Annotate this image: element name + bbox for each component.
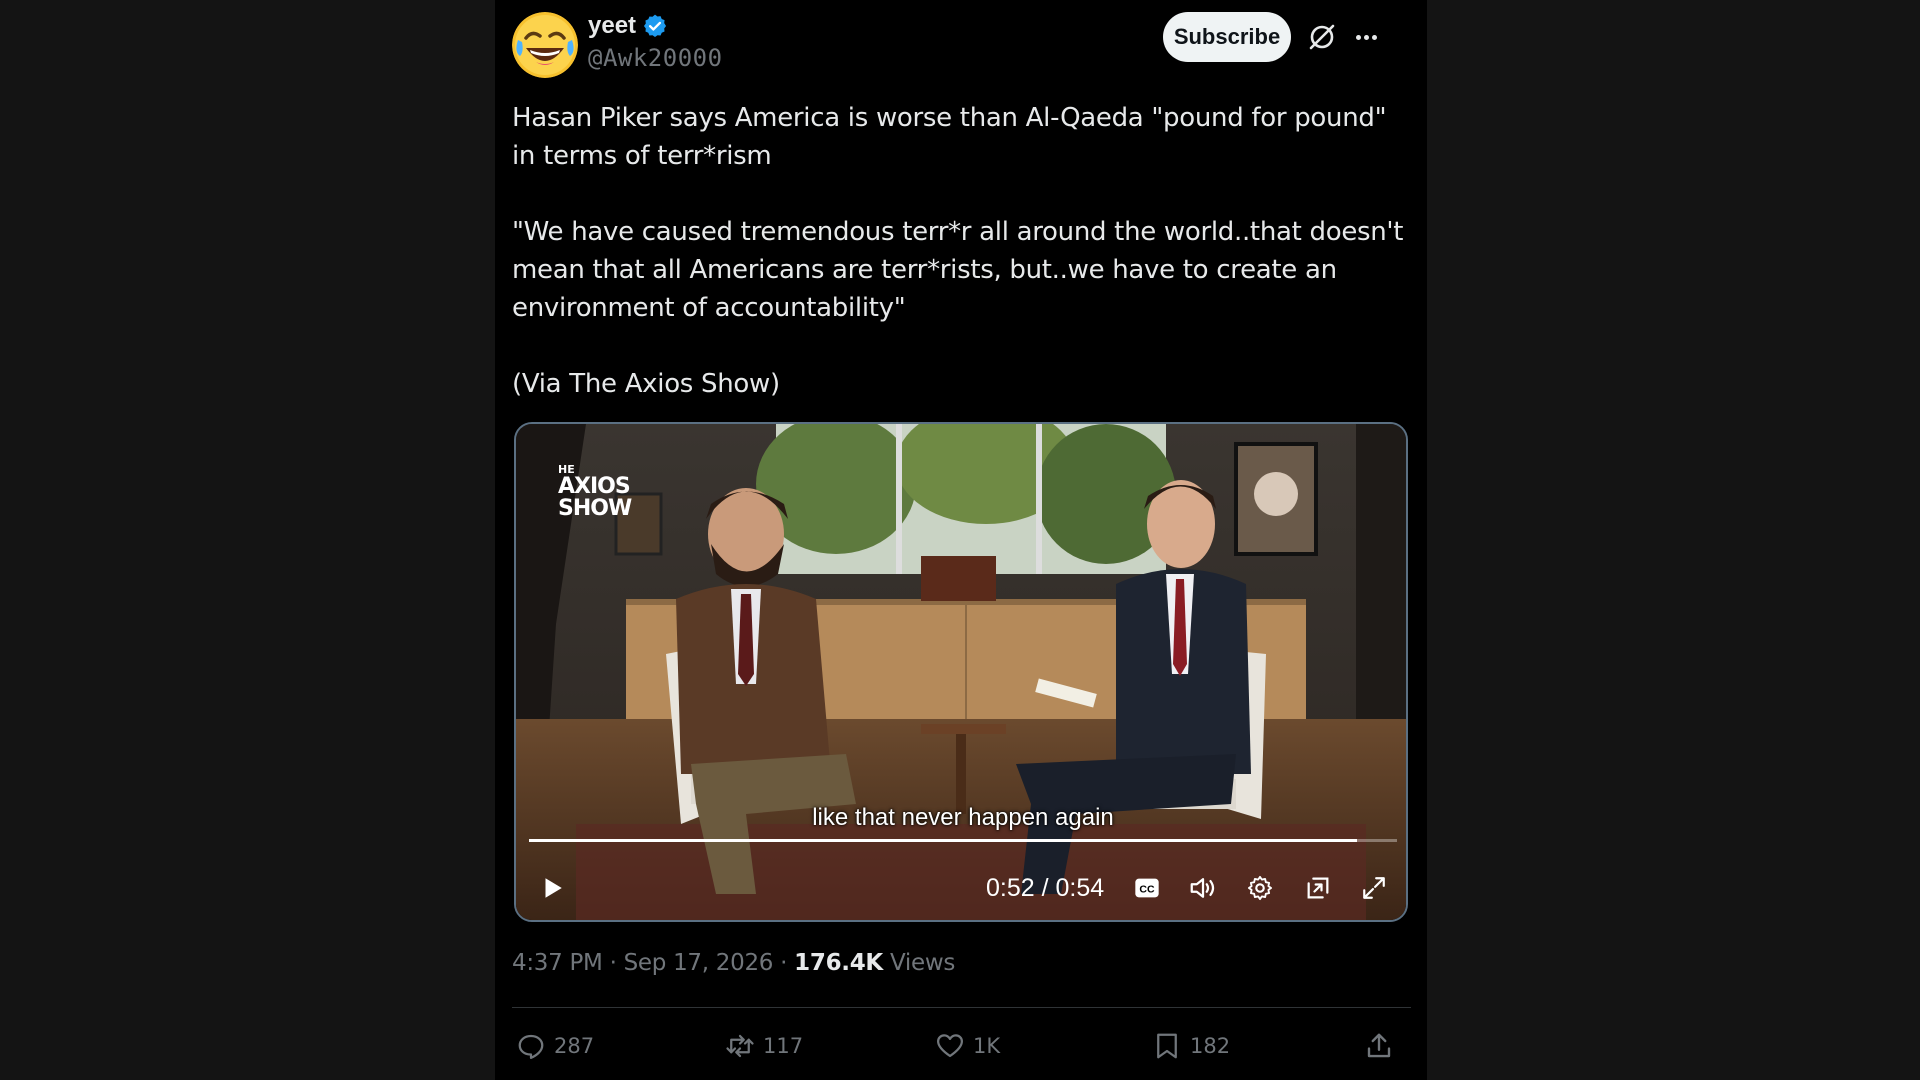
video-progress-bar[interactable] <box>529 839 1397 842</box>
post-text-paragraph <box>512 327 1412 365</box>
more-options-icon[interactable] <box>1351 22 1381 52</box>
share-icon <box>1367 1033 1391 1058</box>
fullscreen-icon[interactable] <box>1358 872 1390 904</box>
settings-gear-icon[interactable] <box>1244 872 1276 904</box>
bookmark-count: 182 <box>1190 1034 1231 1058</box>
post-metadata: 4:37 PM · Sep 17, 2026 · 176.4K Views <box>512 950 955 976</box>
meta-separator: · <box>602 950 624 976</box>
author-name-row[interactable]: yeet <box>588 12 668 40</box>
bookmark-button[interactable]: 182 <box>1152 1028 1230 1064</box>
post-actions-bar: 287 117 1K 182 <box>512 1028 1411 1068</box>
logo-line: AXIOS <box>558 474 631 499</box>
post-text-paragraph <box>512 175 1412 213</box>
video-caption: like that never happen again <box>812 804 1114 831</box>
meta-separator: · <box>773 950 795 976</box>
repost-icon <box>726 1034 754 1058</box>
post-text-paragraph: (Via The Axios Show) <box>512 369 780 399</box>
video-progress-fill <box>529 839 1358 842</box>
svg-text:CC: CC <box>1139 884 1155 896</box>
post-date[interactable]: Sep 17, 2026 <box>624 950 774 976</box>
axios-show-logo: HE AXIOS SHOW <box>558 464 632 521</box>
reply-count: 287 <box>554 1034 595 1058</box>
closed-captions-icon[interactable]: CC <box>1131 872 1163 904</box>
author-handle[interactable]: @Awk20000 <box>588 44 723 72</box>
bookmark-icon <box>1157 1033 1177 1059</box>
post-text-paragraph: "We have caused tremendous terr*r all ar… <box>512 217 1404 323</box>
heart-icon <box>937 1034 963 1058</box>
repost-count: 117 <box>763 1034 804 1058</box>
video-player[interactable]: HE AXIOS SHOW like that never happen aga… <box>514 422 1408 922</box>
post-time[interactable]: 4:37 PM <box>512 950 603 976</box>
picture-in-picture-icon[interactable] <box>1302 872 1334 904</box>
repost-button[interactable]: 117 <box>725 1028 803 1064</box>
divider <box>512 1007 1411 1008</box>
share-button[interactable] <box>1364 1028 1394 1064</box>
grok-icon[interactable] <box>1307 22 1337 52</box>
verified-badge-icon <box>642 13 668 39</box>
video-frame <box>516 424 1406 920</box>
like-button[interactable]: 1K <box>935 1028 1000 1064</box>
post-text: Hasan Piker says America is worse than A… <box>512 99 1412 403</box>
reply-icon <box>518 1034 544 1059</box>
logo-line: SHOW <box>558 496 632 521</box>
play-icon[interactable] <box>536 872 568 904</box>
views-label: Views <box>889 950 956 976</box>
volume-icon[interactable] <box>1187 872 1219 904</box>
reply-button[interactable]: 287 <box>516 1028 594 1064</box>
subscribe-button[interactable]: Subscribe <box>1163 12 1291 62</box>
like-count: 1K <box>973 1034 1001 1058</box>
post-text-paragraph: Hasan Piker says America is worse than A… <box>512 103 1387 171</box>
author-display-name[interactable]: yeet <box>588 12 636 40</box>
video-controls: 0:52 / 0:54 CC <box>516 864 1406 914</box>
views-count: 176.4K <box>794 950 883 976</box>
avatar[interactable] <box>512 12 578 78</box>
video-time-display: 0:52 / 0:54 <box>986 874 1105 902</box>
post-column: yeet @Awk20000 Subscribe Hasan Piker say… <box>495 0 1427 1080</box>
